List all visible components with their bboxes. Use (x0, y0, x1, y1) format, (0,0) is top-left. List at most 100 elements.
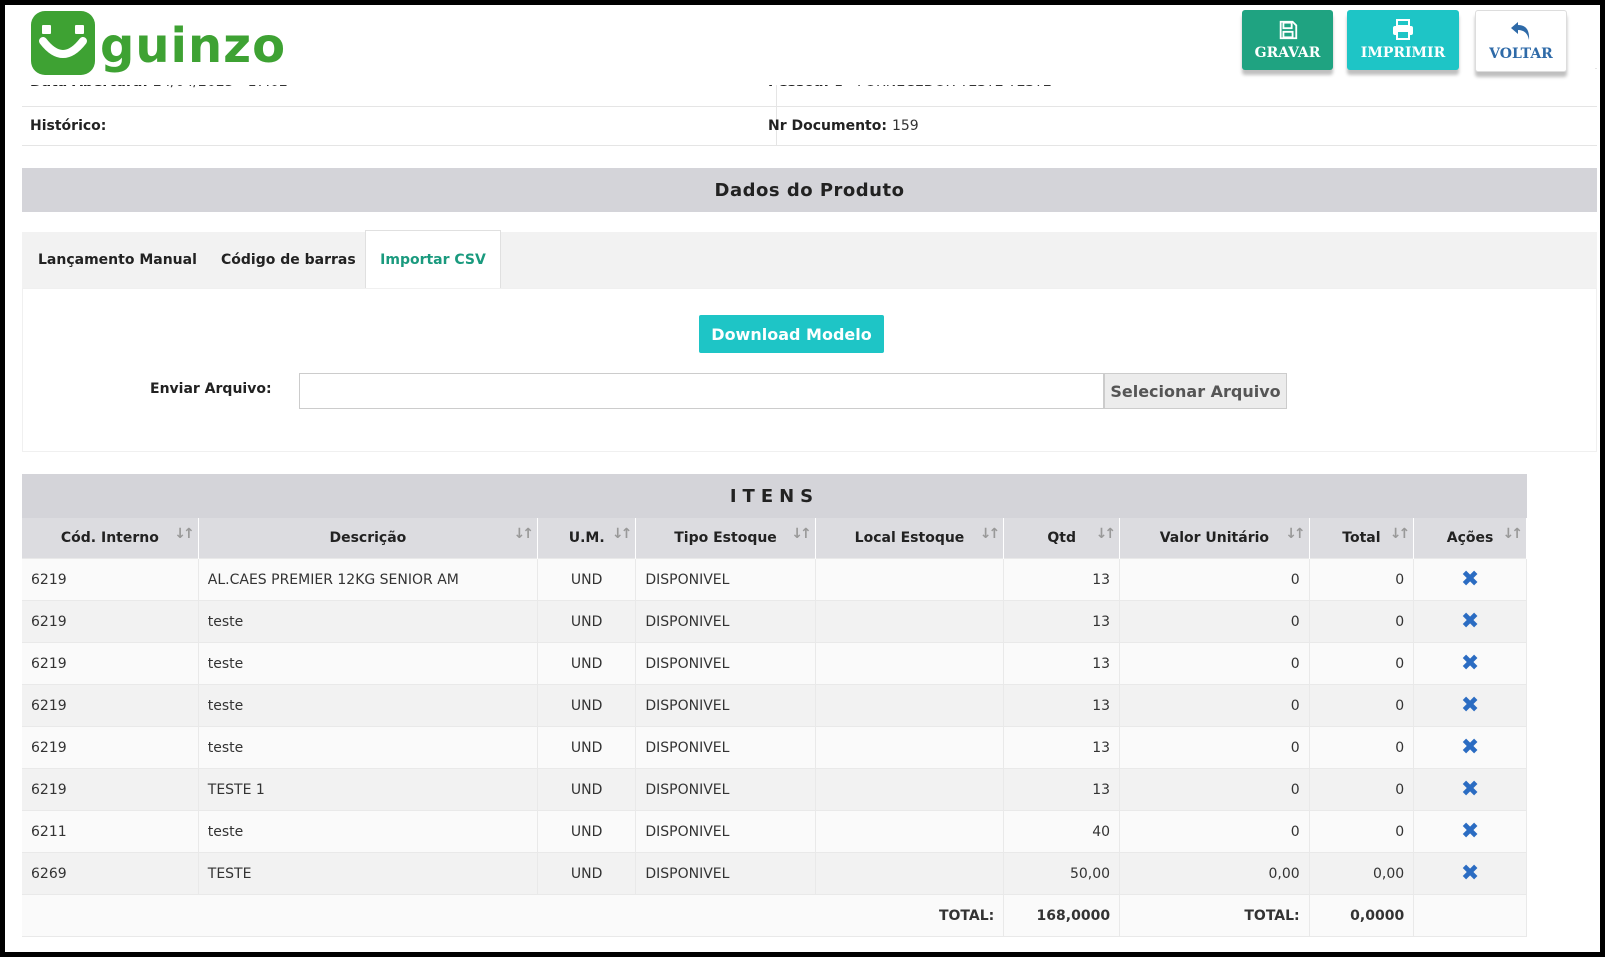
cell-cod-interno: 6219 (22, 684, 199, 727)
cell-cod-interno: 6219 (22, 726, 199, 769)
cell-um: UND (537, 684, 637, 727)
column-label: Cód. Interno (60, 530, 159, 546)
cell-qtd: 13 (1003, 600, 1121, 643)
items-title: ITENS (22, 474, 1527, 518)
table-row: 6219 teste UND DISPONIVEL 13 0 0 ✖ (22, 726, 1527, 769)
table-row: 6211 teste UND DISPONIVEL 40 0 0 ✖ (22, 810, 1527, 853)
sort-icon[interactable]: ↓↑ (1503, 526, 1524, 542)
cell-descricao: teste (198, 684, 538, 727)
cell-local-estoque (815, 810, 1005, 853)
column-header-local-estoque[interactable]: Local Estoque ↓↑ (815, 518, 1005, 559)
cell-total: 0 (1309, 684, 1415, 727)
sort-icon[interactable]: ↓↑ (514, 526, 535, 542)
sort-icon[interactable]: ↓↑ (174, 526, 195, 542)
cell-um: UND (537, 768, 637, 811)
column-header-valor-unitario[interactable]: Valor Unitário ↓↑ (1119, 518, 1310, 559)
cell-qtd: 13 (1003, 684, 1121, 727)
cell-local-estoque (815, 852, 1005, 895)
section-title: Dados do Produto (22, 168, 1597, 212)
column-label: Local Estoque (854, 530, 965, 546)
cell-um: UND (537, 726, 637, 769)
cell-acoes: ✖ (1413, 726, 1527, 769)
delete-icon[interactable]: ✖ (1461, 861, 1479, 886)
cell-total: 0 (1309, 558, 1415, 601)
top-header: guinzo GRAVAR IMPRIMIR VOLTAR (5, 5, 1595, 85)
cell-descricao: TESTE (198, 852, 538, 895)
delete-icon[interactable]: ✖ (1461, 609, 1479, 634)
cell-qtd: 50,00 (1003, 852, 1121, 895)
info-row-historico: Histórico: Nr Documento: 159 (22, 106, 1597, 146)
total-qtd-label: TOTAL: (22, 894, 1005, 937)
cell-descricao: teste (198, 810, 538, 853)
sort-icon[interactable]: ↓↑ (612, 526, 633, 542)
select-file-button[interactable]: Selecionar Arquivo (1104, 373, 1287, 409)
cell-qtd: 13 (1003, 726, 1121, 769)
smile-logo-icon (31, 11, 95, 75)
sort-icon[interactable]: ↓↑ (791, 526, 812, 542)
table-row: 6219 teste UND DISPONIVEL 13 0 0 ✖ (22, 684, 1527, 727)
delete-icon[interactable]: ✖ (1461, 693, 1479, 718)
historico-label: Histórico: (30, 118, 107, 134)
cell-tipo-estoque: DISPONIVEL (635, 726, 816, 769)
cell-cod-interno: 6219 (22, 642, 199, 685)
cell-um: UND (537, 642, 637, 685)
column-header-tipo-estoque[interactable]: Tipo Estoque ↓↑ (635, 518, 816, 559)
cell-valor-unitario: 0 (1119, 726, 1310, 769)
column-header-acoes[interactable]: Ações ↓↑ (1413, 518, 1527, 559)
table-row: 6219 TESTE 1 UND DISPONIVEL 13 0 0 ✖ (22, 768, 1527, 811)
sort-icon[interactable]: ↓↑ (980, 526, 1001, 542)
voltar-label: VOLTAR (1489, 46, 1553, 62)
column-label: Ações (1446, 530, 1494, 546)
cell-um: UND (537, 558, 637, 601)
printer-icon (1393, 19, 1413, 40)
tab-lancamento-manual[interactable]: Lançamento Manual (38, 232, 197, 288)
sort-icon[interactable]: ↓↑ (1285, 526, 1306, 542)
column-header-qtd[interactable]: Qtd ↓↑ (1003, 518, 1121, 559)
nr-documento-value: 159 (891, 118, 919, 134)
voltar-button[interactable]: VOLTAR (1475, 10, 1567, 72)
delete-icon[interactable]: ✖ (1461, 567, 1479, 592)
sort-icon[interactable]: ↓↑ (1096, 526, 1117, 542)
historico: Histórico: (30, 107, 111, 145)
cell-valor-unitario: 0 (1119, 558, 1310, 601)
cell-local-estoque (815, 600, 1005, 643)
cell-qtd: 13 (1003, 768, 1121, 811)
total-qtd-value: 168,0000 (1003, 894, 1121, 937)
cell-local-estoque (815, 558, 1005, 601)
imprimir-button[interactable]: IMPRIMIR (1347, 10, 1459, 70)
imprimir-label: IMPRIMIR (1360, 45, 1446, 61)
undo-arrow-icon (1511, 22, 1530, 40)
items-table: Cód. Interno ↓↑ Descrição ↓↑ U.M. ↓↑ Tipo Esto… (22, 518, 1527, 937)
cell-tipo-estoque: DISPONIVEL (635, 852, 816, 895)
tab-codigo-de-barras[interactable]: Código de barras (221, 232, 356, 288)
table-row: 6269 TESTE UND DISPONIVEL 50,00 0,00 0,00 ✖ (22, 852, 1527, 895)
gravar-button[interactable]: GRAVAR (1242, 10, 1333, 70)
bottom-strip (0, 937, 1605, 957)
brand-logo[interactable]: guinzo (31, 8, 286, 83)
delete-icon[interactable]: ✖ (1461, 777, 1479, 802)
column-label: Tipo Estoque (674, 530, 777, 546)
delete-icon[interactable]: ✖ (1461, 651, 1479, 676)
cell-valor-unitario: 0,00 (1119, 852, 1310, 895)
cell-tipo-estoque: DISPONIVEL (635, 810, 816, 853)
file-path-input[interactable] (299, 373, 1104, 409)
column-header-um[interactable]: U.M. ↓↑ (537, 518, 637, 559)
cell-tipo-estoque: DISPONIVEL (635, 768, 816, 811)
delete-icon[interactable]: ✖ (1461, 819, 1479, 844)
cell-um: UND (537, 810, 637, 853)
cell-acoes: ✖ (1413, 642, 1527, 685)
delete-icon[interactable]: ✖ (1461, 735, 1479, 760)
gravar-label: GRAVAR (1254, 45, 1321, 61)
table-row: 6219 teste UND DISPONIVEL 13 0 0 ✖ (22, 600, 1527, 643)
download-modelo-button[interactable]: Download Modelo (699, 315, 884, 353)
cell-descricao: TESTE 1 (198, 768, 538, 811)
tab-importar-csv[interactable]: Importar CSV (365, 230, 501, 289)
column-header-cod-interno[interactable]: Cód. Interno ↓↑ (22, 518, 199, 559)
cell-tipo-estoque: DISPONIVEL (635, 600, 816, 643)
column-header-descricao[interactable]: Descrição ↓↑ (198, 518, 538, 559)
column-header-total[interactable]: Total ↓↑ (1309, 518, 1415, 559)
sort-icon[interactable]: ↓↑ (1390, 526, 1411, 542)
cell-valor-unitario: 0 (1119, 684, 1310, 727)
cell-total: 0 (1309, 726, 1415, 769)
cell-local-estoque (815, 768, 1005, 811)
